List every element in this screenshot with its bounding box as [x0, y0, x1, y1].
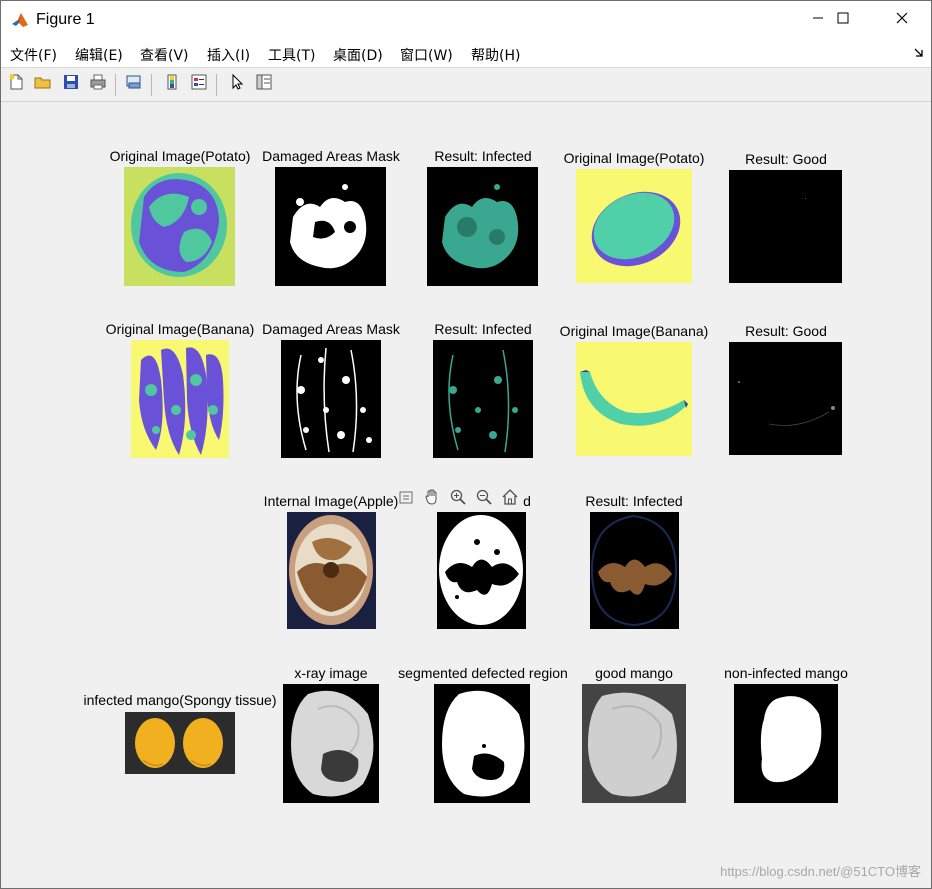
menu-edit[interactable]: 编辑(E) — [75, 45, 123, 65]
toolbar-separator — [216, 74, 217, 96]
potato-infected-result[interactable] — [427, 167, 538, 286]
figure-window: Figure 1 文件(F) 编辑(E) 查看(V) 插入(I) 工具(T) 桌… — [0, 0, 932, 889]
property-inspector-icon — [255, 73, 273, 96]
insert-colorbar-button[interactable] — [161, 73, 183, 95]
save-icon — [62, 73, 80, 96]
subplot-title: Original Image(Banana) — [105, 321, 255, 337]
apple-infected-result[interactable] — [590, 512, 679, 629]
matlab-logo-icon — [11, 11, 29, 29]
toolbar-separator — [115, 74, 116, 96]
mango-infected-image[interactable] — [125, 712, 235, 774]
figure-toolbar — [1, 68, 931, 102]
banana-original-image[interactable] — [131, 340, 229, 458]
link-plot-button[interactable] — [123, 73, 145, 95]
print-icon — [89, 73, 107, 96]
potato-good-result[interactable] — [729, 170, 842, 283]
new-figure-icon — [7, 73, 25, 96]
apple-damaged-mask[interactable] — [437, 512, 526, 629]
apple-internal-image[interactable] — [287, 512, 376, 629]
menu-desktop[interactable]: 桌面(D) — [333, 45, 383, 65]
subplot-title: Original Image(Potato) — [109, 148, 251, 164]
menu-bar: 文件(F) 编辑(E) 查看(V) 插入(I) 工具(T) 桌面(D) 窗口(W… — [1, 39, 931, 68]
menu-insert[interactable]: 插入(I) — [207, 45, 250, 65]
figure-canvas: Original Image(Potato) Damaged Areas Mas… — [1, 102, 931, 888]
print-button[interactable] — [87, 73, 109, 95]
axes-toolbar — [395, 485, 521, 509]
close-button[interactable] — [879, 1, 925, 39]
banana-good-original[interactable] — [576, 342, 692, 456]
subplot-title: Damaged Areas Mask — [262, 148, 400, 164]
save-button[interactable] — [60, 73, 82, 95]
edit-plot-pointer-icon — [228, 73, 246, 96]
subplot-title: Internal Image(Apple) — [263, 493, 399, 509]
insert-colorbar-icon — [163, 73, 181, 96]
close-icon — [896, 11, 908, 29]
potato-original-image[interactable] — [124, 167, 235, 286]
subplot-title: segmented defected region — [398, 665, 568, 681]
window-title: Figure 1 — [36, 11, 95, 28]
subplot-title-partial: d — [523, 493, 531, 509]
subplot-title: Result: Infected — [434, 321, 532, 337]
maximize-icon — [837, 11, 849, 29]
edit-plot-button[interactable] — [226, 73, 248, 95]
restore-view-home-icon[interactable] — [499, 486, 521, 508]
subplot-title: infected mango(Spongy tissue) — [83, 692, 277, 708]
banana-good-result[interactable] — [729, 342, 842, 455]
menu-help[interactable]: 帮助(H) — [471, 45, 520, 65]
menu-window[interactable]: 窗口(W) — [400, 45, 453, 65]
property-inspector-button[interactable] — [253, 73, 275, 95]
export-icon[interactable] — [395, 486, 417, 508]
subplot-title: Result: Infected — [585, 493, 683, 509]
banana-infected-result[interactable] — [433, 340, 533, 458]
open-file-button[interactable] — [32, 73, 54, 95]
potato-good-original[interactable] — [576, 169, 692, 283]
insert-legend-icon — [190, 73, 208, 96]
zoom-in-icon[interactable] — [447, 486, 469, 508]
subplot-title: Result: Good — [745, 323, 827, 339]
zoom-out-icon[interactable] — [473, 486, 495, 508]
subplot-title: x-ray image — [294, 665, 368, 681]
subplot-title: good mango — [595, 665, 673, 681]
subplot-title: Original Image(Potato) — [563, 150, 705, 166]
insert-legend-button[interactable] — [188, 73, 210, 95]
menu-view[interactable]: 查看(V) — [140, 45, 189, 65]
subplot-title: non-infected mango — [724, 665, 848, 681]
title-bar[interactable]: Figure 1 — [1, 1, 931, 39]
new-figure-button[interactable] — [5, 73, 27, 95]
mango-non-infected-result[interactable] — [734, 684, 838, 803]
link-plot-icon — [125, 73, 143, 96]
open-file-icon — [34, 73, 52, 96]
banana-damaged-mask[interactable] — [281, 340, 381, 458]
subplot-title: Damaged Areas Mask — [262, 321, 400, 337]
dock-figure-icon[interactable] — [913, 46, 925, 61]
potato-damaged-mask[interactable] — [275, 167, 386, 286]
subplot-title: Result: Good — [745, 151, 827, 167]
toolbar-separator — [151, 74, 152, 96]
menu-tools[interactable]: 工具(T) — [268, 45, 315, 65]
watermark-text: https://blog.csdn.net/@51CTO博客 — [720, 864, 921, 879]
pan-hand-icon[interactable] — [421, 486, 443, 508]
maximize-button[interactable] — [820, 1, 866, 39]
menu-file[interactable]: 文件(F) — [10, 45, 57, 65]
subplot-title: Result: Infected — [434, 148, 532, 164]
mango-good-image[interactable] — [582, 684, 686, 803]
mango-xray-image[interactable] — [283, 684, 379, 803]
subplot-title: Original Image(Banana) — [559, 323, 709, 339]
mango-segmented-region[interactable] — [434, 684, 530, 803]
